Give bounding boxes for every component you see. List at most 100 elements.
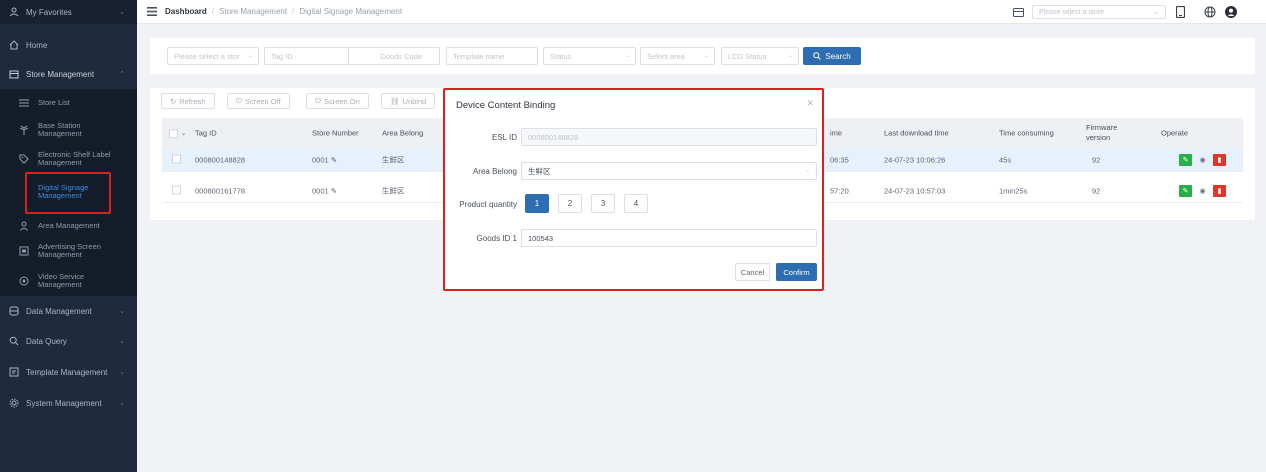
chevron-down-icon: ⌄ — [119, 338, 125, 345]
area-select[interactable]: Select area ⌄ — [640, 47, 715, 65]
lcd-status-select[interactable]: LCD Status ⌄ — [721, 47, 799, 65]
database-icon — [8, 305, 20, 317]
view-button[interactable]: ◉ — [1196, 185, 1209, 197]
cell-area: 生鲜区 — [382, 186, 405, 195]
goods-id-input[interactable]: 100543 — [521, 229, 817, 247]
sidebar-esl-label: Electronic Shelf Label Management — [38, 150, 111, 167]
screen-off-button[interactable]: ⏻ Screen Off — [227, 93, 290, 109]
cell-time-consuming: 1min25s — [999, 186, 1028, 195]
sidebar-advertising-screen-label: Advertising Screen Management — [38, 242, 101, 259]
sidebar-item-base-station[interactable]: Base Station Management — [0, 120, 137, 140]
cell-last-download: 24-07-23 10:06:26 — [884, 155, 946, 164]
sidebar-data-query-label: Data Query — [26, 336, 67, 346]
sidebar-item-template-management[interactable]: Template Management ⌄ — [0, 361, 137, 383]
sidebar-item-esl[interactable]: Electronic Shelf Label Management — [0, 149, 137, 169]
cancel-button[interactable]: Cancel — [735, 263, 770, 281]
goods-id-label: Goods ID 1 — [476, 234, 517, 243]
esl-id-label: ESL ID — [491, 133, 517, 142]
store-icon — [8, 68, 20, 80]
home-icon — [8, 39, 20, 51]
tablet-icon[interactable] — [1176, 6, 1185, 18]
sidebar-item-data-query[interactable]: Data Query ⌄ — [0, 330, 137, 352]
sidebar-system-management-label: System Management — [26, 398, 102, 408]
refresh-icon: ↻ — [170, 96, 177, 106]
sidebar-item-store-list[interactable]: Store List — [0, 96, 137, 110]
edit-icon[interactable]: ✎ — [329, 186, 337, 195]
col-last-download: Last download time — [884, 128, 949, 138]
search-icon — [813, 52, 822, 60]
sidebar-item-video-service[interactable]: Video Service Management — [0, 271, 137, 291]
chevron-down-icon: ⌄ — [119, 9, 125, 16]
esl-id-value: 000800148828 — [528, 132, 579, 142]
cell-time: 06:35 — [830, 155, 849, 164]
avatar-icon[interactable] — [1225, 6, 1237, 18]
quantity-option-1[interactable]: 1 — [525, 194, 549, 213]
store-selector: Please select a store ⌄ — [1013, 5, 1225, 19]
cell-time-consuming: 45s — [999, 155, 1012, 164]
power-icon: ⏻ — [236, 96, 242, 105]
unbind-label: Unbind — [402, 96, 427, 106]
cell-tag-id: 000800148828 — [195, 155, 246, 164]
store-filter-placeholder: Please select a stor — [174, 51, 240, 61]
sidebar-home-label: Home — [26, 40, 48, 50]
sidebar-item-area-management[interactable]: Area Management — [0, 219, 137, 233]
store-select-input[interactable]: Please select a store ⌄ — [1032, 5, 1166, 19]
template-icon — [8, 366, 20, 378]
refresh-button[interactable]: ↻ Refresh — [161, 93, 215, 109]
breadcrumb-store-management[interactable]: Store Management — [219, 7, 287, 16]
close-icon[interactable]: ✕ — [806, 98, 814, 109]
delete-button[interactable]: ▮ — [1213, 185, 1226, 197]
quantity-option-2[interactable]: 2 — [558, 194, 582, 213]
gear-icon — [8, 397, 20, 409]
store-filter-select[interactable]: Please select a stor ⌄ — [167, 47, 259, 65]
quantity-option-3[interactable]: 3 — [591, 194, 615, 213]
pencil-icon: ✎ — [1182, 157, 1189, 164]
quantity-option-4[interactable]: 4 — [624, 194, 648, 213]
view-button[interactable]: ◉ — [1196, 154, 1209, 166]
status-select[interactable]: Status ⌄ — [543, 47, 636, 65]
area-placeholder: Select area — [647, 51, 685, 61]
col-time: ime — [830, 128, 843, 138]
sidebar-item-favorites[interactable]: My Favorites ⌄ — [0, 0, 137, 24]
tag-icon — [18, 153, 30, 165]
area-belong-select[interactable]: 生鲜区 ⌄ — [521, 162, 817, 180]
cell-firmware: 92 — [1092, 186, 1101, 195]
screen-on-label: Screen On — [323, 96, 360, 106]
video-icon — [18, 275, 30, 287]
breadcrumb-dashboard[interactable]: Dashboard — [165, 7, 207, 16]
sidebar: My Favorites ⌄ Home Store Management ⌃ S… — [0, 0, 137, 472]
delete-button[interactable]: ▮ — [1213, 154, 1226, 166]
menu-toggle-icon[interactable] — [147, 7, 157, 16]
sidebar-item-data-management[interactable]: Data Management ⌄ — [0, 300, 137, 322]
highlight-box — [25, 172, 111, 214]
esl-id-input: 000800148828 — [521, 128, 817, 146]
sidebar-item-system-management[interactable]: System Management ⌄ — [0, 392, 137, 414]
lcd-status-placeholder: LCD Status — [728, 51, 767, 61]
sidebar-item-advertising-screen[interactable]: Advertising Screen Management — [0, 241, 137, 261]
screen-off-label: Screen Off — [244, 96, 281, 106]
product-quantity-label: Product quantity — [459, 200, 517, 209]
sidebar-item-home[interactable]: Home — [0, 34, 137, 56]
edit-button[interactable]: ✎ — [1179, 185, 1192, 197]
edit-button[interactable]: ✎ — [1179, 154, 1192, 166]
goods-code-input[interactable]: Goods Code — [348, 47, 440, 65]
chevron-down-icon: ⌄ — [181, 131, 187, 138]
dialog-title: Device Content Binding — [456, 100, 556, 111]
search-button[interactable]: Search — [803, 47, 861, 65]
sidebar-video-service-label: Video Service Management — [38, 272, 85, 289]
sidebar-item-store-management[interactable]: Store Management ⌃ — [0, 62, 137, 86]
chevron-down-icon: ⌄ — [119, 400, 125, 407]
row-checkbox[interactable] — [172, 185, 181, 194]
eye-icon: ◉ — [1199, 188, 1206, 195]
edit-icon[interactable]: ✎ — [329, 155, 337, 164]
unbind-button[interactable]: ⛓ Unbind — [381, 93, 436, 109]
screen-on-button[interactable]: ⏻ Screen On — [306, 93, 369, 109]
chevron-down-icon: ⌄ — [624, 53, 630, 59]
row-checkbox[interactable] — [172, 154, 181, 163]
template-name-input[interactable]: Template name — [446, 47, 538, 65]
sidebar-base-station-label: Base Station Management — [38, 121, 82, 138]
confirm-button[interactable]: Confirm — [776, 263, 817, 281]
select-all-checkbox[interactable] — [169, 128, 178, 138]
person-icon — [18, 220, 30, 232]
globe-icon[interactable] — [1204, 6, 1216, 18]
